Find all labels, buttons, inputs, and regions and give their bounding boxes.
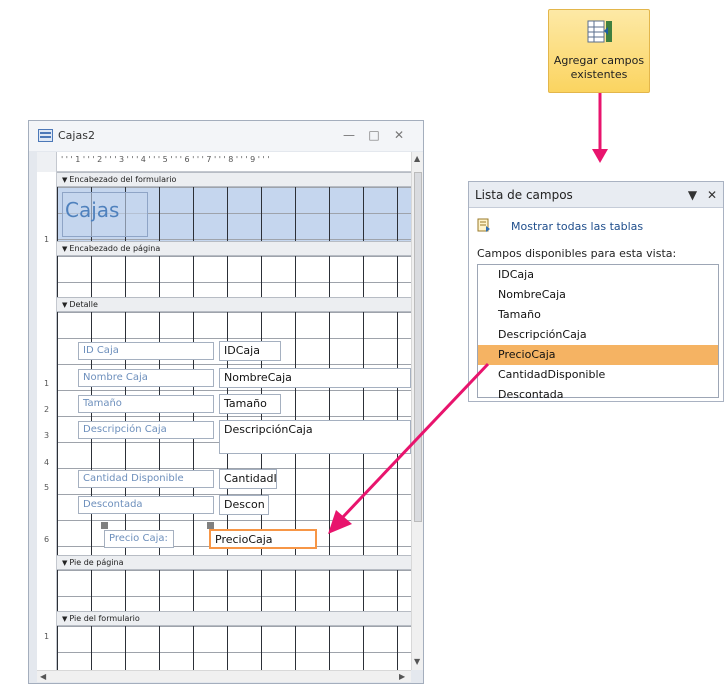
maximize-button[interactable]: □ — [364, 127, 384, 143]
section-form-header-label: Encabezado del formulario — [69, 175, 177, 184]
drag-arrow — [328, 362, 490, 534]
label-descontada[interactable]: Descontada — [78, 496, 214, 514]
page-footer-body[interactable] — [57, 570, 411, 611]
ruler-mark: 2 — [44, 405, 50, 414]
add-existing-fields-label: Agregar campos existentes — [553, 54, 645, 81]
ruler-corner[interactable] — [37, 152, 57, 172]
minimize-button[interactable]: — — [339, 127, 359, 143]
field-item-selected[interactable]: PrecioCaja — [478, 345, 718, 365]
vertical-ruler: 1 1 2 3 4 5 6 1 — [37, 172, 57, 670]
page-header-body[interactable] — [57, 256, 411, 297]
form-icon — [38, 129, 53, 142]
ruler-mark: 1 — [44, 632, 50, 641]
section-page-footer[interactable]: ▼ Pie de página — [57, 555, 411, 570]
textbox-descontada[interactable]: Descon — [219, 495, 269, 515]
field-item[interactable]: Descontada — [478, 385, 718, 405]
ruler-mark: 3 — [44, 431, 50, 440]
section-page-header-label: Encabezado de página — [69, 244, 161, 253]
add-fields-icon — [587, 20, 612, 43]
label-precio-caja[interactable]: Precio Caja: — [104, 530, 174, 548]
show-all-tables-link[interactable]: Mostrar todas las tablas — [511, 220, 643, 233]
textbox-preciocaja[interactable]: PrecioCaja — [209, 529, 317, 549]
textbox-tamano[interactable]: Tamaño — [219, 394, 281, 414]
label-id-caja[interactable]: ID Caja — [78, 342, 214, 360]
field-list-panel: Lista de campos ▼ ✕ Mostrar todas las ta… — [468, 181, 724, 402]
ruler-mark: 1 — [44, 379, 50, 388]
scroll-right-icon[interactable]: ▶ — [399, 672, 405, 681]
move-handle[interactable] — [207, 522, 214, 529]
section-page-header[interactable]: ▼ Encabezado de página — [57, 241, 411, 256]
form-title-label[interactable]: Cajas — [62, 192, 148, 237]
horizontal-ruler: ' ' ' 1 ' ' ' 2 ' ' ' 3 ' ' ' 4 ' ' ' 5 … — [37, 152, 411, 172]
textbox-cantidad[interactable]: CantidadI — [219, 469, 277, 489]
add-existing-fields-button[interactable]: Agregar campos existentes — [548, 9, 650, 93]
window-titlebar: Cajas2 — □ ✕ — [29, 121, 423, 151]
ruler-mark: 1 — [44, 235, 50, 244]
label-nombre-caja[interactable]: Nombre Caja — [78, 369, 214, 387]
field-item[interactable]: DescripciónCaja — [478, 325, 718, 345]
section-detail-label: Detalle — [69, 300, 98, 309]
close-panel-icon[interactable]: ✕ — [707, 188, 717, 202]
textbox-idcaja[interactable]: IDCaja — [219, 341, 281, 361]
show-tables-icon — [477, 218, 490, 232]
section-form-footer[interactable]: ▼ Pie del formulario — [57, 611, 411, 626]
ruler-mark: 6 — [44, 535, 50, 544]
scroll-left-icon[interactable]: ◀ — [40, 672, 46, 681]
close-button[interactable]: ✕ — [389, 127, 409, 143]
window-title: Cajas2 — [58, 129, 95, 142]
ruler-numbers: ' ' ' 1 ' ' ' 2 ' ' ' 3 ' ' ' 4 ' ' ' 5 … — [61, 155, 270, 164]
label-cantidad-disponible[interactable]: Cantidad Disponible — [78, 470, 214, 488]
ruler-mark: 5 — [44, 483, 50, 492]
horizontal-scrollbar[interactable]: ◀ ▶ — [37, 670, 411, 682]
panel-controls[interactable]: ▼ ✕ — [688, 188, 717, 202]
field-item[interactable]: IDCaja — [478, 265, 718, 285]
label-tamano[interactable]: Tamaño — [78, 395, 214, 413]
scroll-down-icon[interactable]: ▼ — [414, 657, 420, 666]
field-list[interactable]: IDCaja NombreCaja Tamaño DescripciónCaja… — [477, 264, 719, 401]
move-handle[interactable] — [101, 522, 108, 529]
field-list-title: Lista de campos — [475, 188, 573, 202]
form-footer-body[interactable] — [57, 626, 411, 670]
down-arrow — [592, 93, 608, 163]
field-item[interactable]: Tamaño — [478, 305, 718, 325]
section-form-header[interactable]: ▼ Encabezado del formulario — [57, 172, 411, 187]
field-item[interactable]: CantidadDisponible — [478, 365, 718, 385]
scroll-up-icon[interactable]: ▲ — [414, 154, 420, 163]
field-list-header: Lista de campos ▼ ✕ — [469, 182, 723, 208]
section-page-footer-label: Pie de página — [69, 558, 124, 567]
ruler-mark: 4 — [44, 458, 50, 467]
section-detail[interactable]: ▼ Detalle — [57, 297, 411, 312]
section-form-footer-label: Pie del formulario — [69, 614, 140, 623]
available-fields-label: Campos disponibles para esta vista: — [477, 247, 677, 260]
label-descripcion-caja[interactable]: Descripción Caja — [78, 421, 214, 439]
dropdown-icon[interactable]: ▼ — [688, 188, 697, 202]
field-item[interactable]: NombreCaja — [478, 285, 718, 305]
